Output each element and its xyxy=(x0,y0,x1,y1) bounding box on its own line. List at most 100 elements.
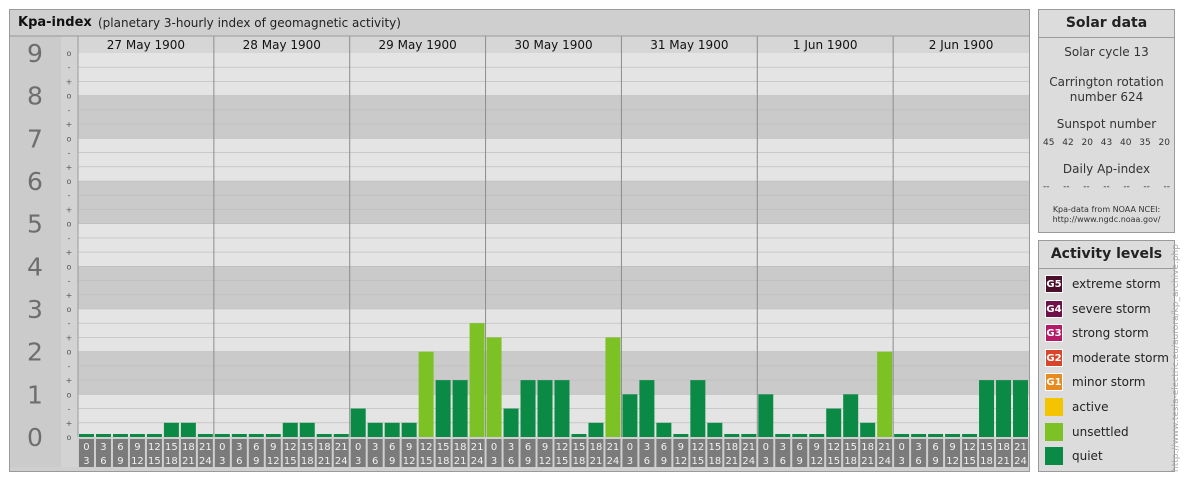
kp-bar xyxy=(979,380,995,437)
minor-tick-label: + xyxy=(66,77,73,86)
hour-start-label: 9 xyxy=(542,442,548,453)
minor-tick-label: - xyxy=(68,319,71,328)
ap-value: -- xyxy=(1063,182,1070,192)
kp-bar xyxy=(622,394,638,437)
minor-tick-label: + xyxy=(66,163,73,172)
hour-end-label: 15 xyxy=(556,456,569,467)
hour-end-label: 15 xyxy=(963,456,976,467)
kp-bar xyxy=(469,323,485,437)
activity-level-item: unsettled xyxy=(1045,422,1129,442)
minor-tick-label: o xyxy=(67,220,72,229)
kp-bar xyxy=(520,380,536,437)
day-label: 2 Jun 1900 xyxy=(929,38,994,52)
kp-bar xyxy=(962,434,978,437)
hour-end-label: 21 xyxy=(454,456,467,467)
hour-start-label: 3 xyxy=(508,442,514,453)
kp-chart: 27 May 1900 28 May 1900 29 May 1900 30 May … xyxy=(10,35,1029,467)
hour-start-label: 6 xyxy=(117,442,123,453)
hour-start-label: 3 xyxy=(644,442,650,453)
hour-start-label: 0 xyxy=(83,442,89,453)
hour-end-label: 15 xyxy=(691,456,704,467)
activity-swatch: G3 xyxy=(1045,324,1063,343)
y-tick-label: 8 xyxy=(27,82,43,111)
hour-start-label: 0 xyxy=(491,442,497,453)
minor-tick-label: o xyxy=(67,177,72,186)
kp-bar xyxy=(639,380,655,437)
sunspot-number-title: Sunspot number xyxy=(1056,117,1157,131)
hour-end-label: 24 xyxy=(742,456,755,467)
activity-swatch xyxy=(1045,447,1063,466)
hour-start-label: 15 xyxy=(437,442,450,453)
sunspot-value: 40 xyxy=(1120,138,1132,148)
hour-end-label: 15 xyxy=(420,456,433,467)
hour-end-label: 12 xyxy=(946,456,959,467)
kp-chart-panel: 27 May 1900 28 May 1900 29 May 1900 30 May … xyxy=(9,9,1030,472)
kp-bar xyxy=(809,434,825,437)
kp-bar xyxy=(197,434,213,437)
kp-bar xyxy=(112,434,128,437)
hour-start-label: 0 xyxy=(898,442,904,453)
hour-end-label: 12 xyxy=(539,456,552,467)
activity-levels-panel: Activity levels G5 extreme storm G4 severe … xyxy=(1038,240,1175,472)
hour-end-label: 9 xyxy=(661,456,667,467)
hour-end-label: 3 xyxy=(491,456,497,467)
minor-tick-label: - xyxy=(68,106,71,115)
data-source-label: Kpa-data from NOAA NCEI: xyxy=(1052,205,1161,214)
y-tick-label: 4 xyxy=(27,252,43,281)
hour-end-label: 24 xyxy=(471,456,484,467)
activity-level-item: quiet xyxy=(1045,446,1103,466)
hour-end-label: 18 xyxy=(301,456,314,467)
minor-tick-label: - xyxy=(68,405,71,414)
hour-end-label: 3 xyxy=(355,456,361,467)
hour-end-label: 6 xyxy=(100,456,106,467)
minor-tick-label: - xyxy=(68,63,71,72)
hour-end-label: 3 xyxy=(219,456,225,467)
hour-start-label: 21 xyxy=(742,442,755,453)
watermark-url: http://www.tesla-electric.eu/aurora/kp_a… xyxy=(1171,244,1181,472)
hour-start-label: 3 xyxy=(236,442,242,453)
activity-swatch: G5 xyxy=(1045,275,1063,293)
hour-end-label: 21 xyxy=(590,456,603,467)
minor-tick-label: o xyxy=(67,348,72,357)
hour-start-label: 0 xyxy=(763,442,769,453)
data-source-link[interactable]: http://www.ngdc.noaa.gov/ xyxy=(1039,215,1174,224)
hour-end-label: 21 xyxy=(182,456,195,467)
hour-start-label: 9 xyxy=(134,442,140,453)
hour-start-label: 12 xyxy=(827,442,840,453)
hour-start-label: 9 xyxy=(814,442,820,453)
hour-start-label: 21 xyxy=(471,442,484,453)
hour-start-label: 0 xyxy=(627,442,633,453)
kp-bar xyxy=(1013,380,1028,437)
kp-bar xyxy=(588,422,604,437)
hour-start-label: 12 xyxy=(148,442,161,453)
hour-end-label: 9 xyxy=(117,456,123,467)
hour-start-label: 18 xyxy=(725,442,738,453)
minor-tick-label: o xyxy=(67,305,72,314)
daily-ap-title: Daily Ap-index xyxy=(1062,162,1151,176)
ap-value: -- xyxy=(1083,182,1090,192)
kp-bar xyxy=(707,422,723,437)
hour-end-label: 24 xyxy=(199,456,212,467)
day-label: 1 Jun 1900 xyxy=(793,38,858,52)
hour-end-label: 3 xyxy=(83,456,89,467)
hour-start-label: 18 xyxy=(997,442,1010,453)
kp-band xyxy=(78,266,1029,309)
hour-start-label: 9 xyxy=(406,442,412,453)
activity-level-item: G2 moderate storm xyxy=(1045,348,1169,368)
hour-start-label: 12 xyxy=(691,442,704,453)
hour-start-label: 18 xyxy=(318,442,331,453)
hour-start-label: 15 xyxy=(165,442,178,453)
minor-tick-label: + xyxy=(66,333,73,342)
hour-end-label: 6 xyxy=(508,456,514,467)
hour-start-label: 15 xyxy=(573,442,586,453)
hour-start-label: 9 xyxy=(270,442,276,453)
hour-end-label: 24 xyxy=(1014,456,1027,467)
kp-bar xyxy=(656,422,672,437)
kp-bar xyxy=(741,434,757,437)
minor-tick-label: o xyxy=(67,134,72,143)
minor-tick-label: o xyxy=(67,390,72,399)
kp-bar xyxy=(673,434,689,437)
hour-start-label: 9 xyxy=(678,442,684,453)
hour-start-label: 12 xyxy=(284,442,297,453)
activity-level-item: active xyxy=(1045,397,1108,417)
